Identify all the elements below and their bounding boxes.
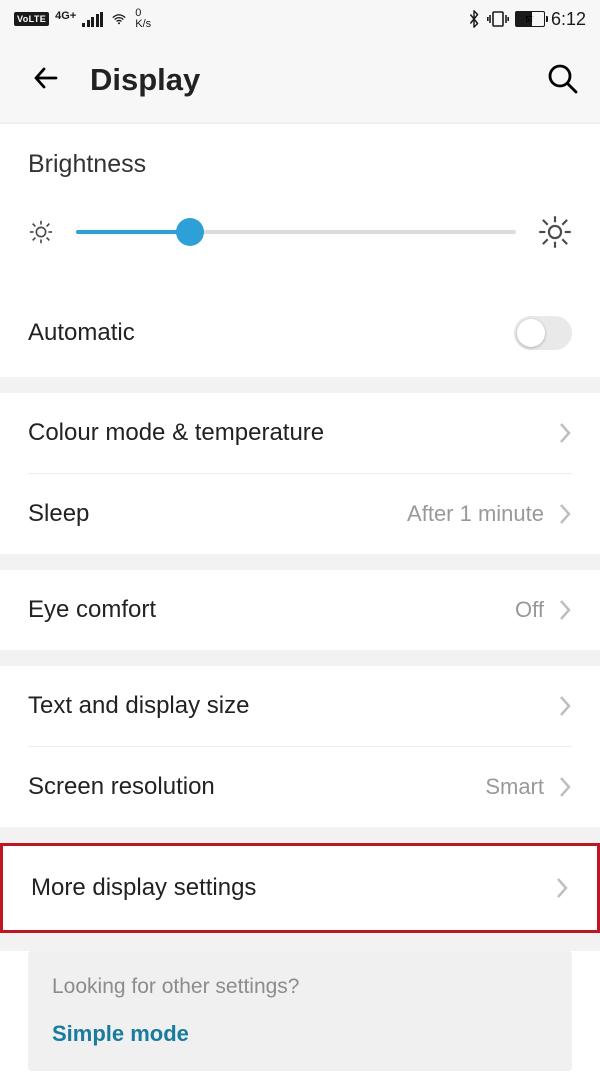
section-eye: Eye comfort Off (0, 570, 600, 650)
vibrate-icon (487, 10, 509, 28)
colour-mode-row[interactable]: Colour mode & temperature (0, 393, 600, 473)
brightness-high-icon (538, 215, 572, 249)
suggestion-question: Looking for other settings? (52, 975, 548, 999)
more-display-settings-highlight: More display settings (0, 843, 600, 933)
chevron-right-icon (558, 422, 572, 444)
eye-comfort-value: Off (515, 597, 544, 623)
section-suggestions: Looking for other settings? Simple mode (0, 951, 600, 1091)
automatic-row[interactable]: Automatic (0, 289, 600, 377)
screen-resolution-label: Screen resolution (28, 773, 215, 801)
clock: 6:12 (551, 9, 586, 30)
chevron-right-icon (558, 776, 572, 798)
more-display-settings-label: More display settings (31, 874, 256, 902)
sleep-row[interactable]: Sleep After 1 minute (0, 474, 600, 554)
search-button[interactable] (546, 62, 578, 99)
automatic-switch[interactable] (514, 316, 572, 350)
eye-comfort-row[interactable]: Eye comfort Off (0, 570, 600, 650)
brightness-control (28, 179, 572, 289)
section-text-res: Text and display size Screen resolution … (0, 666, 600, 827)
status-right: 57 6:12 (467, 9, 586, 30)
arrow-left-icon (30, 62, 62, 94)
brightness-low-icon (28, 219, 54, 245)
slider-thumb[interactable] (176, 218, 204, 246)
battery-icon: 57 (515, 11, 545, 27)
brightness-slider[interactable] (76, 230, 516, 234)
eye-comfort-label: Eye comfort (28, 596, 156, 624)
back-button[interactable] (30, 62, 70, 99)
volte-badge: VoLTE (14, 12, 49, 26)
section-colour-sleep: Colour mode & temperature Sleep After 1 … (0, 393, 600, 554)
bluetooth-icon (467, 10, 481, 28)
network-type: 4G+ (55, 11, 76, 22)
suggestion-card: Looking for other settings? Simple mode (28, 951, 572, 1071)
text-size-row[interactable]: Text and display size (0, 666, 600, 746)
battery-percent: 57 (516, 15, 544, 24)
chevron-right-icon (558, 503, 572, 525)
signal-icon (82, 12, 103, 27)
data-speed: 0 K/s (135, 8, 151, 30)
search-icon (546, 62, 578, 94)
chevron-right-icon (558, 599, 572, 621)
wifi-icon (109, 12, 129, 27)
simple-mode-link[interactable]: Simple mode (52, 1021, 548, 1047)
brightness-label: Brightness (28, 150, 572, 179)
screen-resolution-value: Smart (485, 774, 544, 800)
text-size-label: Text and display size (28, 692, 249, 720)
brightness-section: Brightness (0, 124, 600, 289)
automatic-label: Automatic (28, 319, 135, 347)
speed-unit: K/s (135, 19, 151, 30)
colour-mode-label: Colour mode & temperature (28, 419, 324, 447)
automatic-row-section: Automatic (0, 289, 600, 377)
sleep-value: After 1 minute (407, 501, 544, 527)
sleep-label: Sleep (28, 500, 89, 528)
header: Display (0, 38, 600, 124)
screen-resolution-row[interactable]: Screen resolution Smart (0, 747, 600, 827)
chevron-right-icon (558, 695, 572, 717)
status-left: VoLTE 4G+ 0 K/s (14, 8, 151, 30)
more-display-settings-row[interactable]: More display settings (3, 846, 597, 930)
page-title: Display (90, 62, 200, 98)
status-bar: VoLTE 4G+ 0 K/s 57 6:12 (0, 0, 600, 38)
chevron-right-icon (555, 877, 569, 899)
